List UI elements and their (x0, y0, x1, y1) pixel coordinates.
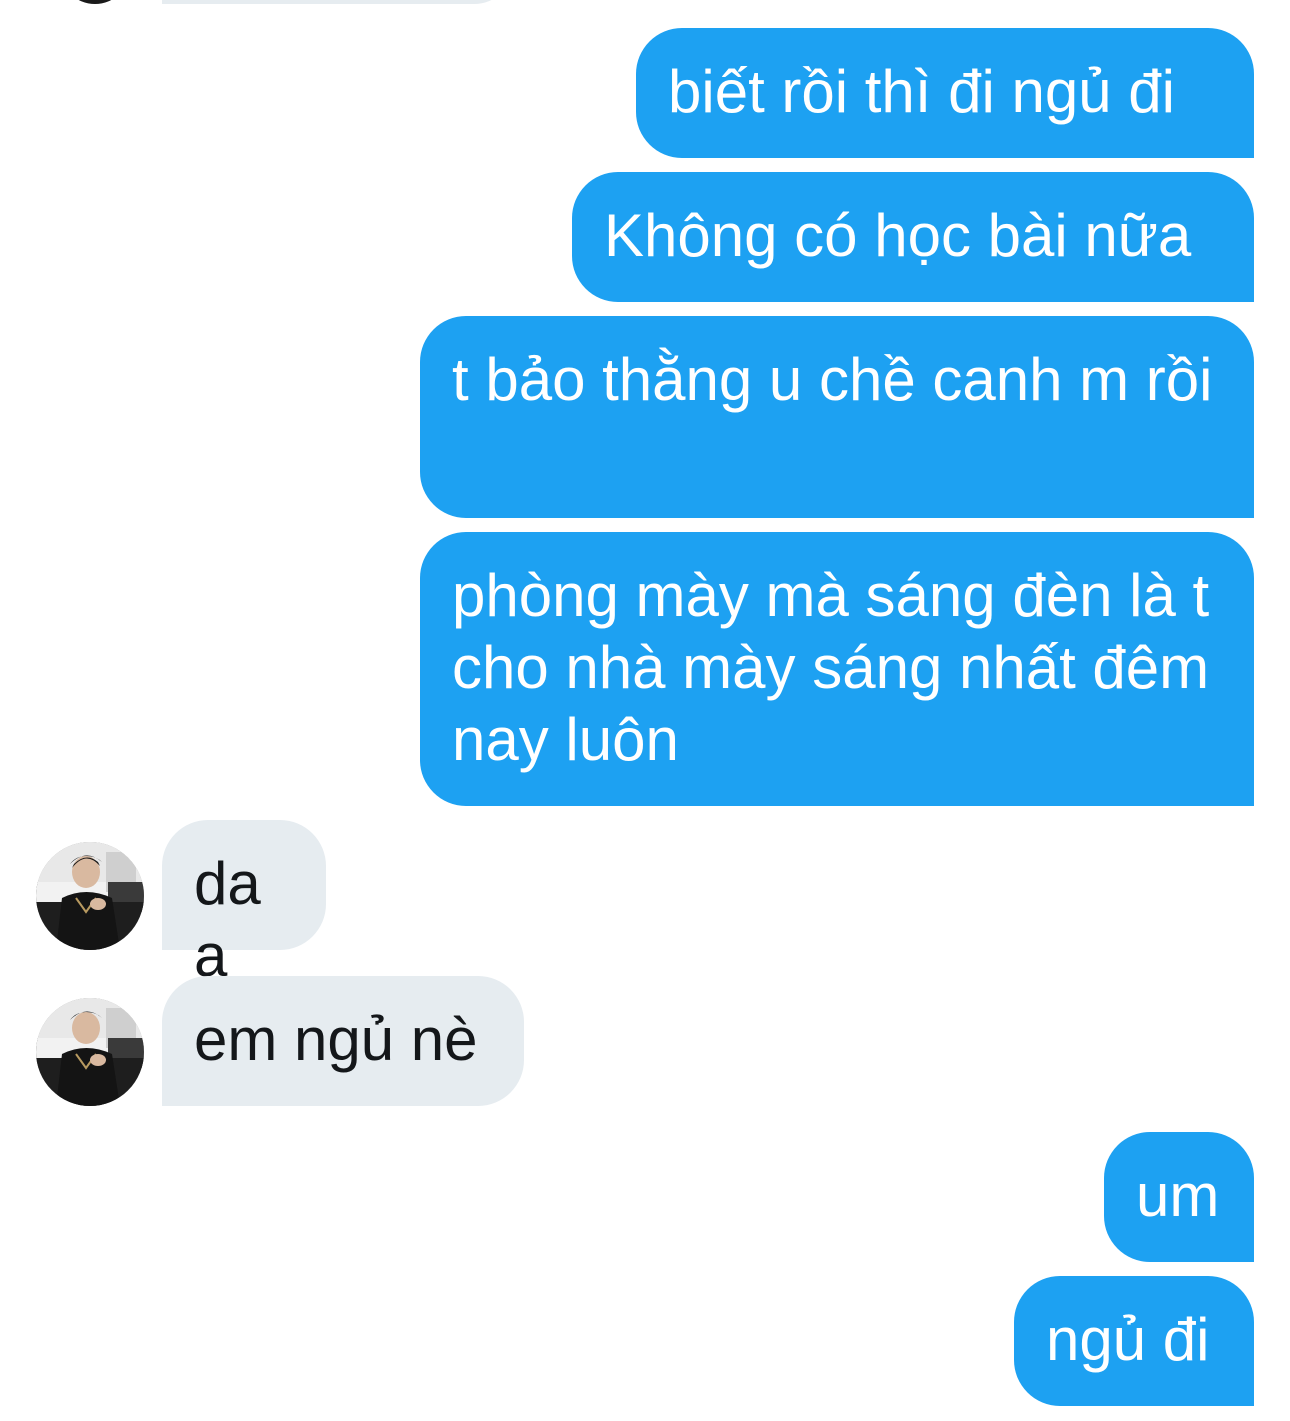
contact-avatar[interactable] (36, 998, 144, 1106)
sent-message-bubble[interactable]: t bảo thằng u chề canh m rồi (420, 316, 1254, 518)
sent-message-bubble[interactable]: ngủ đi (1014, 1276, 1254, 1406)
message-thread: biết rồi thì đi ngủ đi Không có học bài … (0, 0, 1290, 1421)
received-message-bubble[interactable] (162, 0, 514, 4)
contact-avatar[interactable] (60, 0, 130, 4)
avatar-photo (36, 842, 144, 950)
avatar-photo (36, 998, 144, 1106)
sent-message-bubble[interactable]: um (1104, 1132, 1254, 1262)
received-message-bubble[interactable]: em ngủ nè (162, 976, 524, 1106)
sent-message-bubble[interactable]: biết rồi thì đi ngủ đi (636, 28, 1254, 158)
sent-message-bubble[interactable]: Không có học bài nữa (572, 172, 1254, 302)
contact-avatar[interactable] (36, 842, 144, 950)
received-message-bubble[interactable]: daa (162, 820, 326, 989)
sent-message-bubble[interactable]: phòng mày mà sáng đèn là t cho nhà mày s… (420, 532, 1254, 806)
